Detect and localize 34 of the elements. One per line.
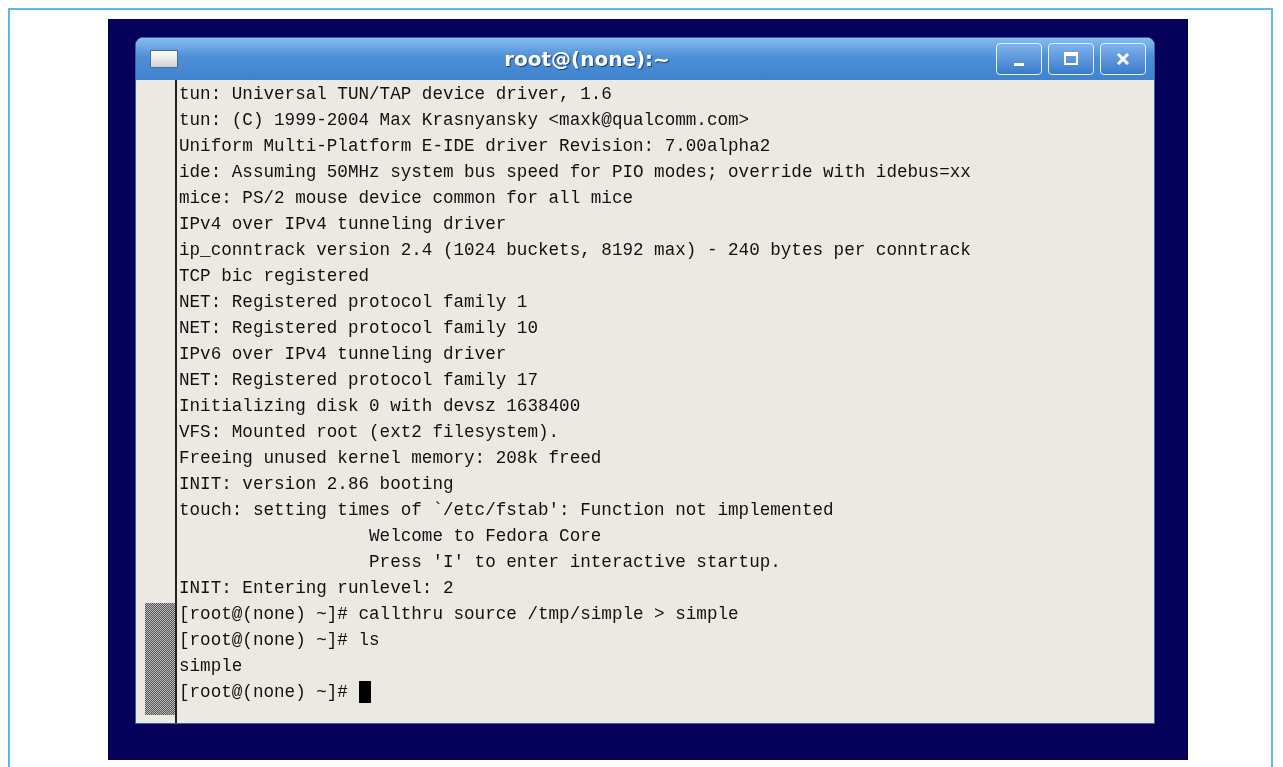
close-icon (1115, 51, 1131, 67)
terminal-line: tun: Universal TUN/TAP device driver, 1.6 (179, 83, 613, 106)
terminal-line: INIT: version 2.86 booting (179, 473, 455, 496)
maximize-icon (1063, 51, 1079, 67)
terminal-line: [root@(none) ~]# ls (179, 629, 381, 652)
maximize-button[interactable] (1048, 43, 1094, 75)
close-button[interactable] (1100, 43, 1146, 75)
terminal-line: Press 'I' to enter interactive startup. (368, 551, 782, 574)
terminal-line: IPv4 over IPv4 tunneling driver (179, 213, 508, 236)
terminal-line: NET: Registered protocol family 1 (179, 291, 529, 314)
terminal-line: Initializing disk 0 with devsz 1638400 (179, 395, 582, 418)
terminal-prompt: [root@(none) ~]# (179, 681, 349, 704)
terminal-line: Welcome to Fedora Core (368, 525, 603, 548)
terminal-line: IPv6 over IPv4 tunneling driver (179, 343, 508, 366)
terminal-line: ide: Assuming 50MHz system bus speed for PIO modes; override with idebus=xx (179, 161, 972, 184)
text-cursor (358, 681, 371, 703)
terminal-line: ip_conntrack version 2.4 (1024 buckets, 8192 max) - 240 bytes per conntrack (179, 239, 972, 262)
window-title: root@(none):~ (503, 47, 671, 71)
terminal-line: INIT: Entering runlevel: 2 (179, 577, 455, 600)
terminal-line: TCP bic registered (179, 265, 371, 288)
minimize-button[interactable] (996, 43, 1042, 75)
terminal-line: NET: Registered protocol family 17 (179, 369, 539, 392)
terminal-line: touch: setting times of `/etc/fstab': Function not implemented (179, 499, 835, 522)
terminal-line: Uniform Multi-Platform E-IDE driver Revision: 7.00alpha2 (179, 135, 772, 158)
terminal-line: tun: (C) 1999-2004 Max Krasnyansky <maxk@qualcomm.com> (179, 109, 751, 132)
terminal-line: mice: PS/2 mouse device common for all mice (179, 187, 634, 210)
minimize-icon (1014, 62, 1024, 66)
window-menu-icon[interactable] (150, 50, 178, 68)
terminal-line: NET: Registered protocol family 10 (179, 317, 539, 340)
terminal-line: Freeing unused kernel memory: 208k freed (179, 447, 603, 470)
terminal-line: simple (179, 655, 244, 678)
terminal-line: VFS: Mounted root (ext2 filesystem). (179, 421, 561, 444)
scrollbar-thumb[interactable] (145, 603, 175, 715)
terminal-line: [root@(none) ~]# callthru source /tmp/simple > simple (179, 603, 740, 626)
